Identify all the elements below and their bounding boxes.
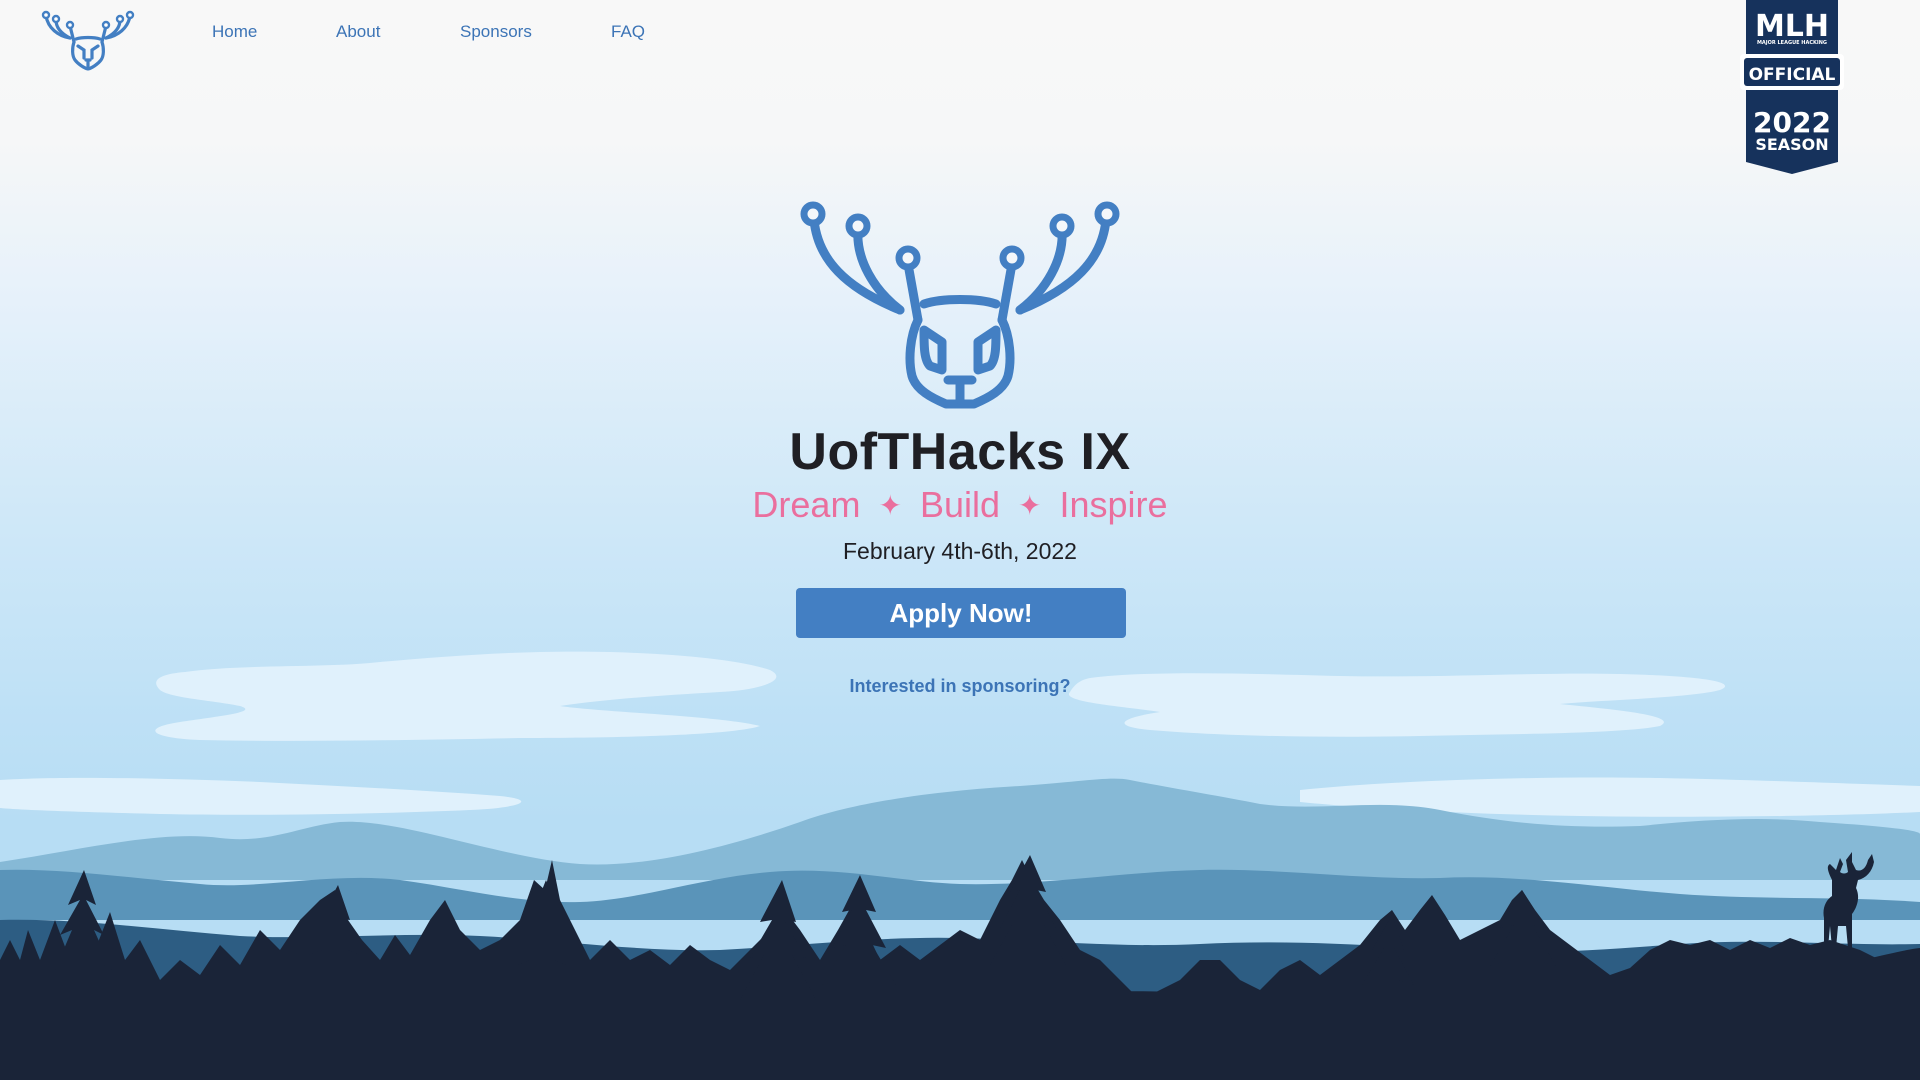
nav-link-faq[interactable]: FAQ: [611, 22, 645, 42]
sponsor-link-container: Interested in sponsoring?: [0, 676, 1920, 697]
nav-link-sponsors[interactable]: Sponsors: [460, 22, 532, 42]
sponsoring-link[interactable]: Interested in sponsoring?: [849, 676, 1070, 696]
mlh-season-text: SEASON: [1755, 135, 1828, 154]
navbar: Home About Sponsors FAQ: [0, 0, 1920, 72]
event-tagline: Dream ✦ Build ✦ Inspire: [0, 484, 1920, 526]
antler-deer-icon[interactable]: [40, 8, 136, 72]
tagline-word-dream: Dream: [752, 484, 861, 525]
tagline-word-inspire: Inspire: [1059, 484, 1168, 525]
mlh-official-badge[interactable]: MLH MAJOR LEAGUE HACKING OFFICIAL 2022 S…: [1740, 0, 1844, 176]
sparkle-icon: ✦: [1018, 490, 1042, 521]
apply-now-button[interactable]: Apply Now!: [796, 588, 1126, 638]
mlh-subtitle-text: MAJOR LEAGUE HACKING: [1757, 40, 1827, 46]
mlh-ribbon-text: OFFICIAL: [1749, 65, 1836, 85]
sparkle-icon: ✦: [878, 490, 902, 521]
antler-deer-icon: [800, 201, 1120, 409]
nav-link-home[interactable]: Home: [212, 22, 257, 42]
nav-link-about[interactable]: About: [336, 22, 380, 42]
tagline-word-build: Build: [919, 484, 1001, 525]
event-date: February 4th-6th, 2022: [843, 538, 1077, 564]
mlh-brand-text: MLH: [1755, 9, 1829, 44]
landing-page: Home About Sponsors FAQ MLH MAJOR LEAGUE…: [0, 0, 1920, 1080]
event-title: UofTHacks IX: [789, 423, 1131, 481]
